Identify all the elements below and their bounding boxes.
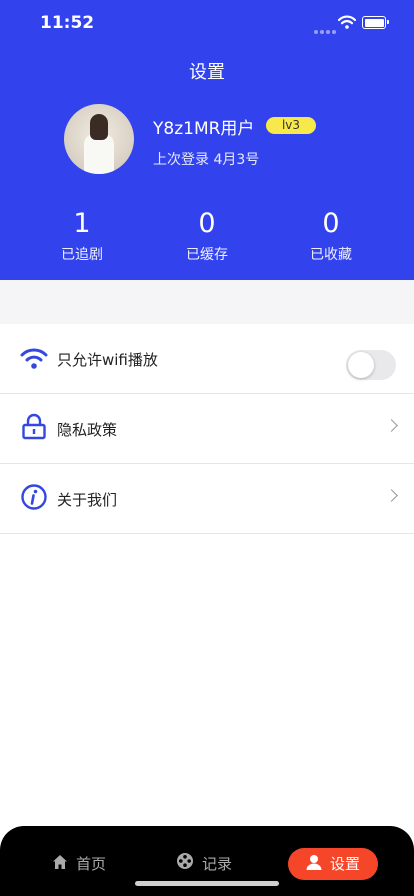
menu-item-about[interactable]: 关于我们 [0, 464, 414, 534]
page-title: 设置 [189, 62, 225, 83]
chevron-right-icon [385, 489, 398, 502]
menu-item-privacy-label: 隐私政策 [57, 421, 118, 439]
stat-cached-label: 已缓存 [186, 247, 228, 263]
tab-records[interactable]: 记录 [176, 848, 232, 880]
status-time: 11:52 [40, 13, 95, 33]
home-icon [52, 849, 68, 881]
status-bar: 11:52 [0, 0, 414, 48]
stat-favorites-label: 已收藏 [310, 247, 352, 263]
menu-item-about-label: 关于我们 [57, 491, 118, 509]
avatar[interactable] [64, 104, 134, 174]
info-icon [20, 484, 48, 512]
menu-item-privacy[interactable]: 隐私政策 [0, 394, 414, 464]
menu-item-wifi-only-label: 只允许wifi播放 [57, 351, 158, 369]
film-reel-icon [176, 849, 194, 881]
signal-dots-icon [314, 19, 338, 38]
tab-bar: 首页 记录 设置 [0, 826, 414, 896]
tab-records-label: 记录 [202, 855, 233, 873]
tab-home-label: 首页 [76, 855, 107, 873]
wifi-only-toggle[interactable] [346, 350, 396, 380]
stat-following-label: 已追剧 [61, 247, 103, 263]
stat-following[interactable]: 1 已追剧 [37, 208, 127, 264]
lock-icon [20, 413, 48, 442]
wifi-icon [20, 346, 48, 372]
stat-favorites-value: 0 [322, 208, 340, 239]
stat-cached[interactable]: 0 已缓存 [162, 208, 252, 264]
tab-home[interactable]: 首页 [52, 848, 106, 880]
stat-following-value: 1 [73, 208, 91, 239]
wifi-status-icon [337, 14, 357, 33]
tab-settings[interactable]: 设置 [288, 848, 378, 880]
home-indicator[interactable] [135, 881, 279, 886]
settings-menu: 只允许wifi播放 隐私政策 关于我们 [0, 324, 414, 534]
stat-favorites[interactable]: 0 已收藏 [286, 208, 376, 264]
last-login-text: 上次登录 4月3号 [153, 152, 260, 168]
level-badge: lv3 [266, 117, 316, 134]
header-divider-band [0, 280, 414, 324]
username: Y8z1MR用户 [153, 119, 255, 139]
stat-cached-value: 0 [198, 208, 216, 239]
battery-icon [362, 16, 389, 29]
menu-item-wifi-only: 只允许wifi播放 [0, 324, 414, 394]
tab-settings-label: 设置 [329, 855, 360, 873]
chevron-right-icon [385, 419, 398, 432]
person-icon [306, 849, 322, 881]
